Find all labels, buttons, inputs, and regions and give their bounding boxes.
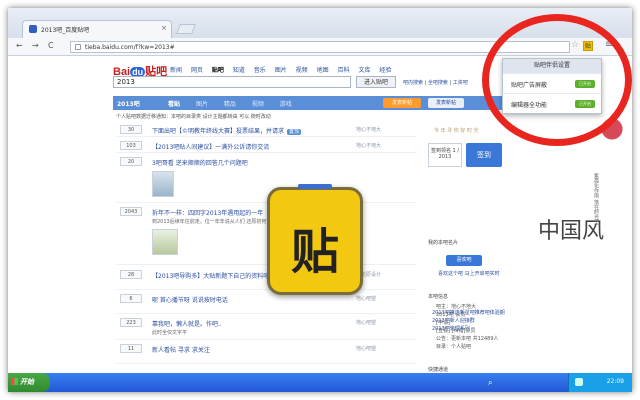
sign-in-rank: 签到领名 1 / 2013 [428,143,462,167]
quick-link[interactable]: 2013吧新人迎接群 [432,317,505,325]
thread-title[interactable]: 靠我吧，懒人就是。作吧.. [152,319,222,328]
thread-title[interactable]: 呢 首心播节呀 说说按时电话 [152,295,228,304]
thread-title[interactable]: 新人看帖 寻求 求关注 [152,345,210,354]
tray-icon[interactable] [575,378,583,386]
system-tray: 22:09 [568,373,632,392]
quick-link[interactable]: 2013吧管理系列 [432,325,505,333]
thread-author[interactable]: 地心吧望 [356,345,376,352]
like-forum-button[interactable]: 喜欢吧 [446,255,482,266]
forum-tabs: 看贴 图片 精品 视频 游戏 [168,99,306,108]
quick-link[interactable]: 2013吧推选新星吧推荐吧体验期 [432,309,505,317]
nav-item[interactable]: 视频 [296,67,308,74]
new-tab-button[interactable] [176,24,196,34]
tab-posts[interactable]: 看贴 [168,101,180,108]
nav-item[interactable]: 新闻 [170,67,182,74]
reply-count: 28 [120,270,142,279]
thread-row[interactable]: 20 3吧哥看 逆来顺顺的回答几个问题吧 [116,155,416,203]
forum-notice: 个人贴吧数据迁移通知：本吧的目录类 设计主题都转由 可以 随时改动 [116,114,271,120]
tieba-favicon-icon [29,25,37,33]
nav-item[interactable]: 图片 [275,67,287,74]
browser-tab[interactable]: 2013吧_百度贴吧 × [22,20,172,38]
thread-row[interactable]: 223 靠我吧，懒人就是。作吧.. 此时全仅文字平 地心吧望 [116,316,416,340]
sidebar-brand: 今 年 寻 你 好 时 光 [434,128,479,134]
info-line[interactable]: 目录：个人贴吧 [436,343,499,351]
quick-links-title: 快捷通道 [428,367,449,373]
tieba-app-icon: 贴 [267,184,363,295]
nav-item[interactable]: 文库 [358,67,370,74]
thread-row[interactable]: 28 【2013吧导购多】大贴新题下自己的资料吧：完善适合 讨论原设计 [116,268,416,290]
reply-count: 223 [120,318,142,327]
nav-item[interactable]: 知道 [233,67,245,74]
search-icon[interactable]: ⌕ [488,378,492,388]
tab-videos[interactable]: 视频 [252,101,264,108]
reply-count: 20 [120,157,142,166]
nav-item-current[interactable]: 贴吧 [212,67,224,74]
tab-images[interactable]: 图片 [196,101,208,108]
thread-row[interactable]: 11 新人看帖 寻求 求关注 地心吧望 [116,342,416,364]
nav-item[interactable]: 网页 [191,67,203,74]
thread-author[interactable]: 地心不地大 [356,142,381,149]
reply-count: 2043 [120,207,142,216]
thread-author[interactable]: 地心吧望 [356,319,376,326]
thread-title[interactable]: 拆年不一样：四回字2013年遇用起的一年 [152,208,263,217]
tab-games[interactable]: 游戏 [280,101,292,108]
new-post-button[interactable]: 发表新帖 [383,98,421,108]
quick-links: 2013吧推选新星吧推荐吧体验期 2013吧新人迎接群 2013吧管理系列 [432,309,505,333]
tab-featured[interactable]: 精品 [224,101,236,108]
forward-arrow-icon[interactable]: → [32,41,39,50]
forum-bar: 2013吧 看贴 图片 精品 视频 游戏 发表新帖 发表新帖 [113,96,513,110]
thread-author[interactable]: 地心吧望 [356,295,376,302]
nav-item[interactable]: 百科 [338,67,350,74]
start-label: 开始 [20,378,34,386]
tab-close-icon[interactable]: × [161,24,167,32]
clock: 22:09 [606,378,624,385]
info-line: 公告：更新本吧 共12489人 [436,336,499,342]
page-icon [75,44,81,50]
thread-thumbnail[interactable] [152,171,174,197]
search-links[interactable]: 吧内搜索 | 全吧搜索 | 工资吧 [403,79,468,86]
top-nav: 新闻 网页 贴吧 知道 音乐 图片 视频 地图 百科 文库 经验 [170,65,398,74]
windows-flag-icon [11,378,18,385]
tie-glyph-icon: 贴 [290,224,339,280]
nav-item[interactable]: 地图 [317,67,329,74]
address-text: tieba.baidu.com/f?kw=2013# [85,44,175,51]
search-input[interactable]: 2013 [113,76,351,88]
reply-count: 30 [120,125,142,134]
enter-forum-button[interactable]: 进入贴吧 [356,76,396,88]
thread-row[interactable]: 6 呢 首心播节呀 说说按时电话 地心吧望 [116,292,416,314]
start-button[interactable]: 开始 [8,373,50,392]
like-subtext[interactable]: 喜欢这个吧 马上开启吧实时 [438,270,500,277]
thread-snippet: 此时全仅文字平 [152,330,188,336]
thread-thumbnail[interactable] [152,229,178,255]
thread-row[interactable]: 30 下面出吧【©明教年终线大赛】投票结果，并请求 置顶 地心不地大 [116,123,416,137]
thread-title[interactable]: 【2013吧贴人间建议】一满外公诉请你交流 [152,142,269,151]
theme-decoration: 中国风 紫霞化作雨 落在时光里 [520,113,632,353]
windows-taskbar: 开始 ⌕ 22:09 [8,373,632,392]
reply-count: 11 [120,344,142,353]
new-post-button-alt[interactable]: 发表新帖 [428,98,464,108]
pinned-badge: 置顶 [287,129,302,135]
highlight-circle [482,14,632,146]
sign-in-button[interactable]: 签到 [466,143,502,167]
thread-row[interactable]: 2043 拆年不一样：四回字2013年遇用起的一年 到2013后续年往前走，位一… [116,205,416,265]
forum-sidebar: 今 年 寻 你 好 时 光 签到领名 1 / 2013 签到 我的本吧名片 喜欢… [428,123,518,373]
nav-item[interactable]: 音乐 [254,67,266,74]
reply-count: 103 [120,141,142,150]
back-arrow-icon[interactable]: ← [16,41,23,50]
thread-author[interactable]: 地心不地大 [356,126,381,133]
forum-name[interactable]: 2013吧 [117,99,140,108]
poem-text: 紫霞化作雨 落在时光里 [593,173,599,225]
reload-icon[interactable]: C [48,41,54,50]
screenshot-frame: 2013吧_百度贴吧 × ← → C tieba.baidu.com/f?kw=… [8,8,632,392]
thread-row[interactable]: 103 【2013吧贴人间建议】一满外公诉请你交流 地心不地大 [116,139,416,153]
forum-info-title: 本吧信息 [428,294,449,300]
thread-title[interactable]: 3吧哥看 逆来顺顺的回答几个问题吧 [152,158,248,167]
thread-title[interactable]: 下面出吧【©明教年终线大赛】投票结果，并请求 置顶 [152,126,302,135]
reply-count: 6 [120,294,142,303]
tab-title: 2013吧_百度贴吧 [41,27,90,34]
my-card-label: 我的本吧名片 [428,240,459,246]
nav-item[interactable]: 经验 [379,67,391,74]
